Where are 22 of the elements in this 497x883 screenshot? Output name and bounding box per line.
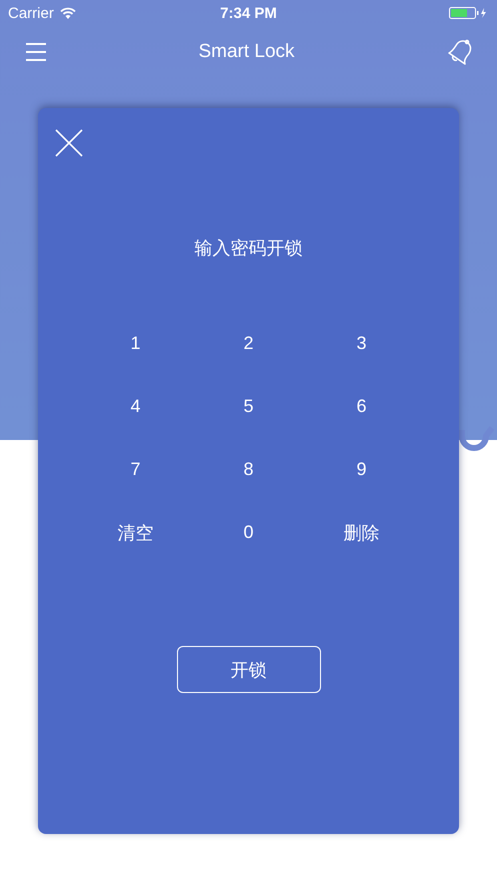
close-button[interactable] [54,128,84,158]
menu-icon[interactable] [26,43,46,61]
bell-icon[interactable] [447,39,473,65]
keypad-key[interactable]: 0 [237,515,260,550]
keypad-key[interactable]: 1 [124,326,146,361]
screen-title: Smart Lock [198,41,295,63]
keypad-key[interactable]: 清空 [112,515,160,550]
keypad-key[interactable]: 4 [124,389,146,424]
clock-time: 7:34 PM [220,4,277,22]
keypad-key[interactable]: 删除 [338,515,386,550]
keypad-key[interactable]: 3 [350,326,372,361]
keypad-key[interactable]: 6 [350,389,372,424]
carrier-label: Carrier [8,4,54,22]
keypad-key[interactable]: 2 [237,326,260,361]
password-prompt: 输入密码开锁 [194,237,302,260]
unlock-button[interactable]: 开锁 [176,646,320,693]
wifi-icon [60,7,76,19]
keypad-key[interactable]: 9 [350,452,372,487]
keypad-key[interactable]: 5 [237,389,260,424]
keypad-key[interactable]: 7 [124,452,146,487]
keypad-key[interactable]: 8 [237,452,260,487]
battery-icon [448,7,489,19]
